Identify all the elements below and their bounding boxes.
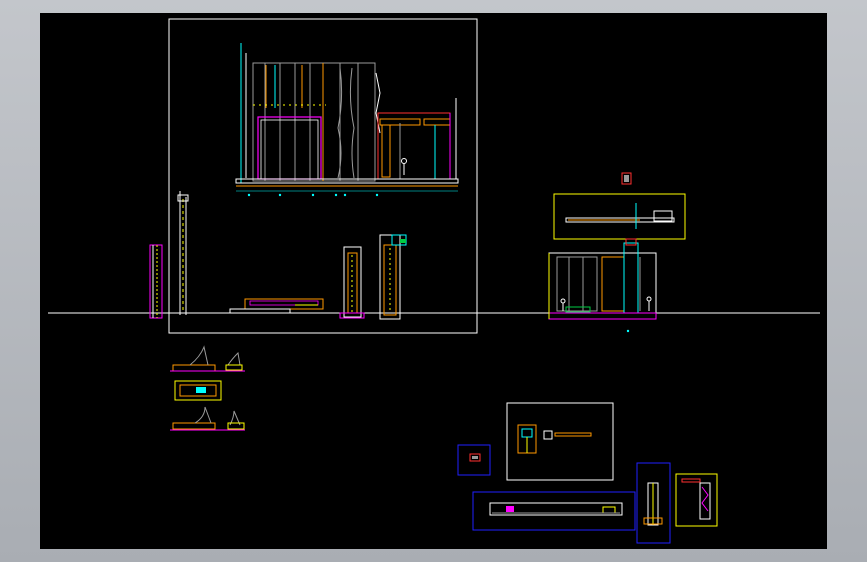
furniture-details-group[interactable] xyxy=(170,345,245,431)
bottom-details-group[interactable] xyxy=(457,402,718,544)
cad-drawing xyxy=(48,18,820,544)
bench-section xyxy=(229,298,324,314)
detail-box-blue-small xyxy=(457,444,491,476)
main-elevation-group[interactable] xyxy=(149,18,478,334)
sofa-plan xyxy=(174,380,222,401)
drawing-canvas[interactable] xyxy=(40,13,827,549)
opening-magenta xyxy=(257,116,322,180)
sofa-section-bottom xyxy=(170,406,245,431)
section-detail-a xyxy=(339,246,365,319)
detail-box-blue-wide xyxy=(472,491,636,531)
sofa-section-top xyxy=(170,345,245,372)
section-column-tall xyxy=(177,191,189,315)
detail-title-box xyxy=(553,193,686,240)
section-detail-b xyxy=(379,234,407,320)
app-window xyxy=(0,0,867,562)
wall-elevation xyxy=(235,43,459,197)
detail-box-white xyxy=(506,402,614,481)
right-elevation-group[interactable] xyxy=(548,172,686,333)
section-column-left xyxy=(149,244,163,319)
